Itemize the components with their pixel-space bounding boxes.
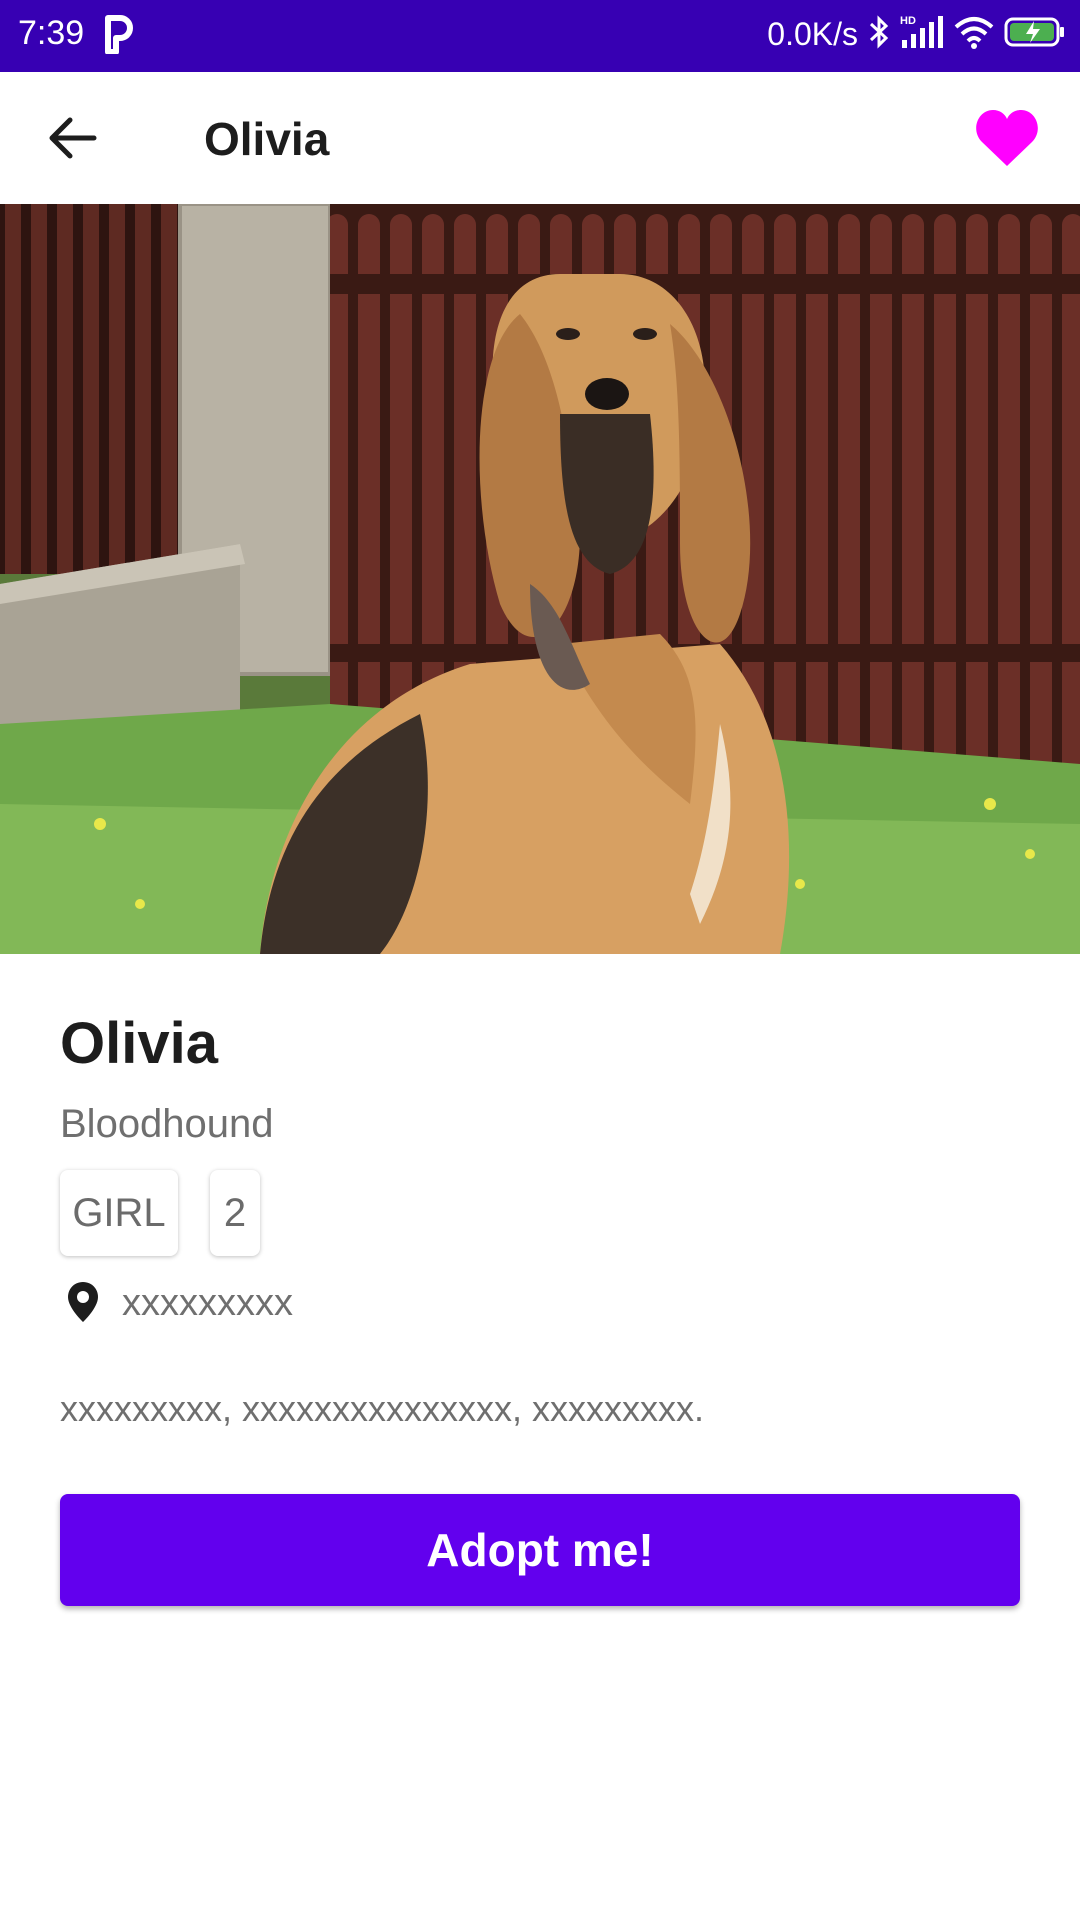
status-bar: 7:39 0.0K/s HD	[0, 0, 1080, 72]
pet-breed: Bloodhound	[60, 1102, 274, 1146]
age-chip: 2	[210, 1170, 260, 1256]
svg-text:HD: HD	[900, 15, 916, 27]
page-title: Olivia	[204, 113, 330, 165]
parking-app-icon	[104, 14, 134, 59]
battery-charging-icon	[1004, 16, 1066, 53]
gender-chip: GIRL	[60, 1170, 178, 1256]
gender-label: GIRL	[72, 1190, 166, 1235]
adopt-button[interactable]: Adopt me!	[60, 1494, 1020, 1606]
heart-icon[interactable]	[974, 108, 1040, 170]
net-speed: 0.0K/s	[767, 16, 858, 52]
wifi-icon	[954, 15, 994, 54]
pet-description: xxxxxxxxx, xxxxxxxxxxxxxxx, xxxxxxxxx.	[60, 1388, 705, 1429]
hd-signal-icon: HD	[900, 14, 944, 55]
pet-location: xxxxxxxxx	[122, 1282, 293, 1324]
location-pin-icon	[66, 1280, 100, 1324]
status-time: 7:39	[18, 14, 85, 52]
pet-name: Olivia	[60, 1011, 218, 1076]
bluetooth-icon	[868, 14, 890, 55]
app-bar: Olivia	[0, 72, 1080, 204]
age-label: 2	[223, 1190, 247, 1235]
arrow-back-icon[interactable]	[44, 110, 100, 166]
pet-photo	[0, 204, 1080, 954]
